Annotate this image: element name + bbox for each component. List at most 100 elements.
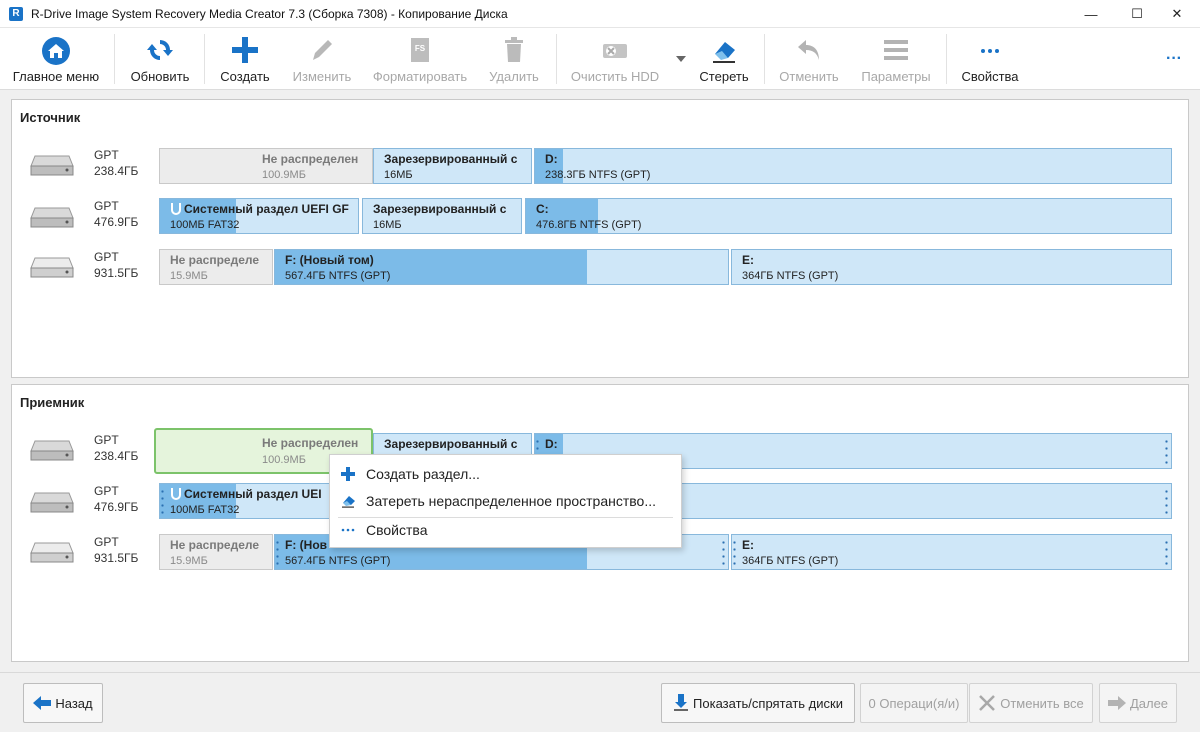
cancel-all-button[interactable]: Отменить все: [969, 683, 1093, 723]
partition-reserved[interactable]: Зарезервированный с 16МБ: [373, 148, 532, 184]
params-button[interactable]: Параметры: [854, 28, 938, 90]
hdd-icon: [30, 440, 74, 461]
partition-unallocated[interactable]: Не распределе 15.9МБ: [159, 534, 273, 570]
source-panel: Источник GPT 238.4ГБ Не распределен 100.…: [11, 99, 1189, 378]
partition-info: 476.8ГБ NTFS (GPT): [536, 219, 642, 231]
delete-button[interactable]: Удалить: [482, 28, 546, 90]
arrow-right-icon: [1107, 696, 1126, 710]
partition-info: 100МБ FAT32: [170, 219, 240, 231]
partition-info: 15.9МБ: [170, 555, 208, 567]
toolbar: Главное меню Обновить Создать Изменить F…: [0, 28, 1200, 90]
partition-e[interactable]: E: 364ГБ NTFS (GPT): [731, 249, 1172, 285]
disk-size: 931.5ГБ: [94, 266, 139, 280]
resize-handle-right[interactable]: [1165, 488, 1168, 516]
source-title: Источник: [20, 110, 81, 125]
partition-info: 100МБ FAT32: [170, 504, 240, 516]
clear-hdd-icon: [603, 44, 627, 58]
show-hide-icon: [674, 694, 689, 711]
clear-hdd-button[interactable]: Очистить HDD: [564, 28, 666, 90]
partition-unallocated[interactable]: Не распределен 100.9МБ: [159, 148, 373, 184]
plus-icon: [232, 37, 258, 63]
hdd-icon: [30, 492, 74, 513]
partition-name: Зарезервированный с: [384, 152, 518, 166]
menu-item-create-partition[interactable]: Создать раздел...: [330, 461, 681, 487]
disk-size: 238.4ГБ: [94, 164, 139, 178]
close-button[interactable]: ✕: [1154, 0, 1200, 28]
create-button[interactable]: Создать: [212, 28, 278, 90]
disk-size: 476.9ГБ: [94, 215, 139, 229]
partition-info: 100.9МБ: [262, 169, 306, 181]
show-hide-disks-button[interactable]: Показать/спрятать диски: [661, 683, 855, 723]
delete-label: Удалить: [489, 69, 539, 84]
resize-handle-right[interactable]: [1165, 438, 1168, 466]
resize-handle-right[interactable]: [1165, 539, 1168, 567]
partition-name: Зарезервированный с: [384, 437, 518, 451]
disk-label: GPT 476.9ГБ: [94, 483, 138, 515]
home-button[interactable]: Главное меню: [8, 28, 104, 90]
cancel-all-label: Отменить все: [1000, 695, 1084, 711]
menu-item-properties[interactable]: Свойства: [330, 517, 681, 543]
disk-type: GPT: [94, 199, 119, 213]
edit-button[interactable]: Изменить: [286, 28, 358, 90]
partition-name: Не распределен: [262, 436, 359, 450]
partition-uefi[interactable]: Системный раздел UEFI GF 100МБ FAT32: [159, 198, 359, 234]
hdd-icon: [30, 257, 74, 278]
partition-name: Зарезервированный с: [373, 202, 507, 216]
undo-button[interactable]: Отменить: [772, 28, 846, 90]
partition-info: 567.4ГБ NTFS (GPT): [285, 270, 391, 282]
uefi-icon: [171, 488, 181, 500]
next-button[interactable]: Далее: [1099, 683, 1177, 723]
partition-name: F: (Нов: [285, 538, 328, 552]
disk-label: GPT 931.5ГБ: [94, 249, 138, 281]
disk-type: GPT: [94, 433, 119, 447]
resize-handle-left[interactable]: [161, 488, 164, 516]
show-hide-label: Показать/спрятать диски: [693, 695, 843, 711]
partition-unallocated[interactable]: Не распределе 15.9МБ: [159, 249, 273, 285]
back-button[interactable]: Назад: [23, 683, 103, 723]
partition-reserved[interactable]: Зарезервированный с 16МБ: [362, 198, 522, 234]
wipe-button[interactable]: Стереть: [692, 28, 756, 90]
params-label: Параметры: [861, 69, 931, 84]
eraser-icon: [330, 494, 366, 508]
partition-e[interactable]: E: 364ГБ NTFS (GPT): [731, 534, 1172, 570]
next-label: Далее: [1129, 695, 1169, 711]
clear-hdd-dropdown[interactable]: [674, 28, 688, 90]
minimize-button[interactable]: —: [1068, 0, 1114, 28]
disk-size: 476.9ГБ: [94, 500, 139, 514]
refresh-button[interactable]: Обновить: [124, 28, 196, 90]
resize-handle-left[interactable]: [733, 539, 736, 567]
eraser-icon: [713, 42, 735, 63]
title-bar: R R-Drive Image System Recovery Media Cr…: [0, 0, 1200, 28]
toolbar-separator: [946, 34, 947, 84]
home-label: Главное меню: [12, 69, 100, 84]
partition-name: D:: [545, 437, 558, 451]
edit-label: Изменить: [292, 69, 352, 84]
bottom-bar: Назад Показать/спрятать диски 0 Операци(…: [0, 672, 1200, 732]
more-icon: ···: [1166, 50, 1182, 67]
toolbar-separator: [114, 34, 115, 84]
disk-type: GPT: [94, 535, 119, 549]
menu-item-wipe-unallocated[interactable]: Затереть нераспределенное пространство..…: [330, 488, 681, 514]
resize-handle-left[interactable]: [276, 539, 279, 567]
operations-button[interactable]: 0 Операци(я/и): [860, 683, 968, 723]
format-label: Форматировать: [372, 69, 468, 84]
clear-hdd-label: Очистить HDD: [570, 69, 660, 84]
app-icon: R: [9, 6, 23, 21]
partition-c[interactable]: C: 476.8ГБ NTFS (GPT): [525, 198, 1172, 234]
partition-name: Системный раздел UEI: [184, 487, 322, 501]
menu-item-label: Свойства: [366, 522, 428, 538]
properties-label: Свойства: [961, 69, 1019, 84]
partition-f[interactable]: F: (Новый том) 567.4ГБ NTFS (GPT): [274, 249, 729, 285]
format-fs-icon: FS: [411, 38, 429, 62]
partition-d[interactable]: D: 238.3ГБ NTFS (GPT): [534, 148, 1172, 184]
hdd-icon: [30, 155, 74, 176]
refresh-icon: [147, 40, 173, 60]
disk-label: GPT 476.9ГБ: [94, 198, 138, 230]
format-button[interactable]: FS Форматировать: [366, 28, 474, 90]
chevron-down-icon: [676, 56, 686, 62]
partition-name: F: (Новый том): [285, 253, 374, 267]
resize-handle-right[interactable]: [722, 539, 725, 567]
disk-type: GPT: [94, 250, 119, 264]
properties-button[interactable]: Свойства: [954, 28, 1026, 90]
more-button[interactable]: ···: [1156, 28, 1192, 90]
